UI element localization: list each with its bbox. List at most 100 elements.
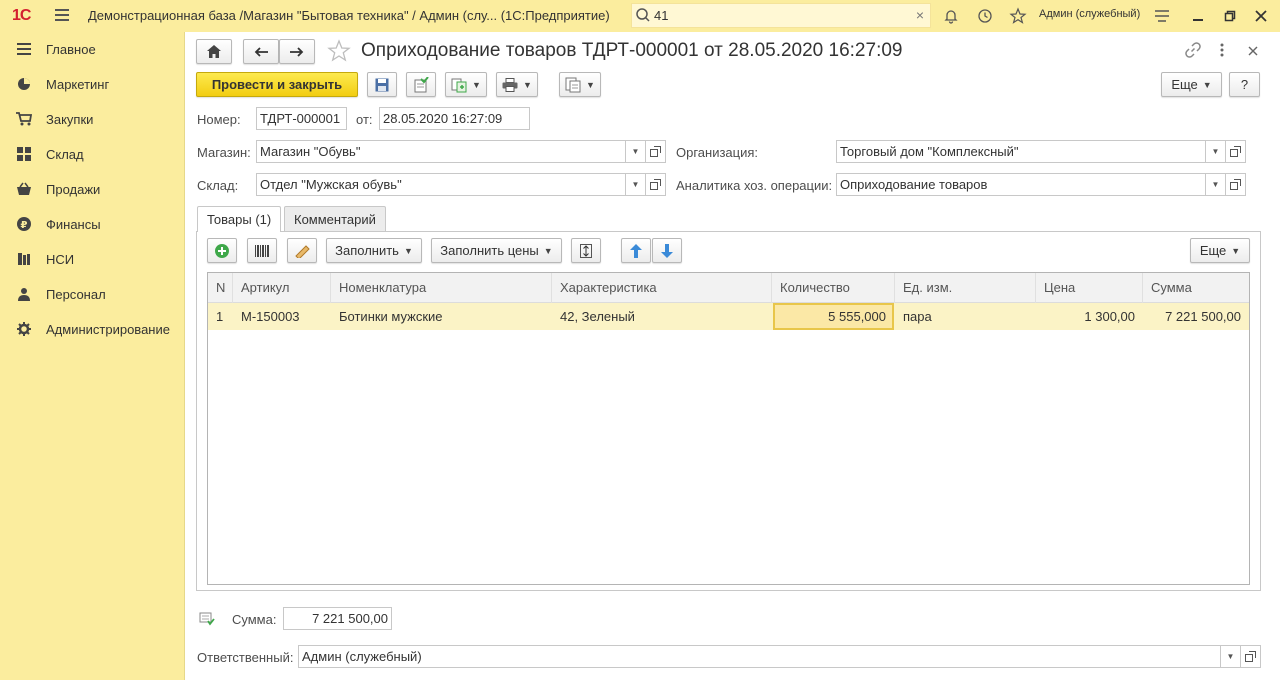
organization-dropdown-icon[interactable]: ▼: [1206, 140, 1226, 163]
clear-icon[interactable]: ×: [916, 7, 924, 23]
responsible-label: Ответственный:: [197, 650, 294, 665]
column-header-item[interactable]: Номенклатура: [331, 273, 552, 303]
sidebar-item-administration[interactable]: Администрирование: [0, 312, 185, 346]
sidebar-item-nsi[interactable]: НСИ: [0, 242, 185, 276]
responsible-open-icon[interactable]: [1241, 645, 1261, 668]
cell-price[interactable]: 1 300,00: [1036, 303, 1143, 330]
sidebar-item-warehouse[interactable]: Склад: [0, 137, 185, 171]
organization-field[interactable]: Торговый дом "Комплексный": [836, 140, 1206, 163]
move-down-button[interactable]: [652, 238, 682, 263]
goods-more-button[interactable]: Еще ▼: [1190, 238, 1250, 263]
tab-goods[interactable]: Товары (1): [197, 206, 282, 232]
column-header-n[interactable]: N: [208, 273, 233, 303]
post-button[interactable]: [406, 72, 436, 97]
history-icon[interactable]: [975, 6, 995, 26]
tab-comment[interactable]: Комментарий: [284, 206, 386, 232]
arrow-up-icon: [630, 243, 642, 258]
favorite-star-icon[interactable]: [327, 39, 351, 66]
table-row[interactable]: 1 М-150003 Ботинки мужские 42, Зеленый 5…: [208, 303, 1249, 330]
fill-prices-button[interactable]: Заполнить цены ▼: [431, 238, 562, 263]
column-header-characteristic[interactable]: Характеристика: [552, 273, 772, 303]
warehouse-field[interactable]: Отдел "Мужская обувь": [256, 173, 626, 196]
create-based-on-button[interactable]: ▼: [445, 72, 487, 97]
post-and-close-button[interactable]: Провести и закрыть: [196, 72, 358, 97]
forward-button[interactable]: [279, 39, 315, 64]
svg-text:₽: ₽: [21, 220, 28, 231]
cell-article[interactable]: М-150003: [233, 303, 331, 330]
basket-icon: [16, 181, 32, 197]
responsible-field[interactable]: Админ (служебный): [298, 645, 1221, 668]
warehouse-open-icon[interactable]: [646, 173, 666, 196]
column-header-quantity[interactable]: Количество: [772, 273, 895, 303]
fill-button-label: Заполнить: [335, 243, 399, 258]
link-icon[interactable]: [1185, 42, 1201, 61]
more-actions-button[interactable]: Еще ▼: [1161, 72, 1222, 97]
more-vertical-icon[interactable]: [1218, 42, 1226, 58]
close-icon[interactable]: [1251, 6, 1271, 26]
save-icon: [375, 78, 389, 91]
column-header-price[interactable]: Цена: [1036, 273, 1143, 303]
warehouse-dropdown-icon[interactable]: ▼: [626, 173, 646, 196]
current-user[interactable]: Админ (служебный): [1039, 8, 1140, 20]
add-icon: [215, 243, 229, 258]
store-field[interactable]: Магазин "Обувь": [256, 140, 626, 163]
bell-icon[interactable]: [941, 6, 961, 26]
print-button[interactable]: ▼: [496, 72, 538, 97]
sidebar-item-personnel[interactable]: Персонал: [0, 277, 185, 311]
add-row-button[interactable]: [207, 238, 237, 263]
analytics-open-icon[interactable]: [1226, 173, 1246, 196]
analytics-field[interactable]: Оприходование товаров: [836, 173, 1206, 196]
date-field[interactable]: 28.05.2020 16:27:09: [379, 107, 530, 130]
cell-sum[interactable]: 7 221 500,00: [1143, 303, 1249, 330]
menu-lines-icon: [16, 41, 32, 57]
barcode-button[interactable]: [247, 238, 277, 263]
warehouse-icon: [16, 146, 32, 162]
app-logo[interactable]: 1С: [12, 7, 31, 25]
column-header-sum[interactable]: Сумма: [1143, 273, 1249, 303]
number-field[interactable]: ТДРТ-000001: [256, 107, 347, 130]
restore-icon[interactable]: [1220, 6, 1240, 26]
cell-characteristic[interactable]: 42, Зеленый: [552, 303, 772, 330]
store-dropdown-icon[interactable]: ▼: [626, 140, 646, 163]
page-title: Оприходование товаров ТДРТ-000001 от 28.…: [361, 40, 903, 61]
reports-button[interactable]: ▼: [559, 72, 601, 97]
move-up-button[interactable]: [621, 238, 651, 263]
pick-items-button[interactable]: [287, 238, 317, 263]
column-header-unit[interactable]: Ед. изм.: [895, 273, 1036, 303]
analytics-dropdown-icon[interactable]: ▼: [1206, 173, 1226, 196]
cell-unit[interactable]: пара: [895, 303, 1036, 330]
home-button[interactable]: [196, 39, 232, 64]
column-header-article[interactable]: Артикул: [233, 273, 331, 303]
sum-field: 7 221 500,00: [283, 607, 392, 630]
help-button[interactable]: ?: [1229, 72, 1260, 97]
star-icon[interactable]: [1008, 6, 1028, 26]
sidebar-item-main[interactable]: Главное: [0, 32, 185, 66]
sidebar-item-marketing[interactable]: Маркетинг: [0, 67, 185, 101]
sidebar-item-sales[interactable]: Продажи: [0, 172, 185, 206]
fill-button[interactable]: Заполнить ▼: [326, 238, 422, 263]
sidebar-item-finance[interactable]: ₽ Финансы: [0, 207, 185, 241]
cart-icon: [16, 111, 32, 127]
responsible-dropdown-icon[interactable]: ▼: [1221, 645, 1241, 668]
save-button[interactable]: [367, 72, 397, 97]
expand-rows-button[interactable]: [571, 238, 601, 263]
pie-chart-icon: [16, 76, 32, 92]
sidebar-item-label: Персонал: [46, 286, 106, 302]
close-form-icon[interactable]: [1248, 44, 1258, 59]
settings-icon[interactable]: [1152, 6, 1172, 26]
number-label: Номер:: [197, 112, 241, 127]
cell-quantity[interactable]: 5 555,000: [773, 303, 894, 330]
store-open-icon[interactable]: [646, 140, 666, 163]
menu-icon[interactable]: [55, 9, 69, 21]
sidebar-item-purchases[interactable]: Закупки: [0, 102, 185, 136]
search-input[interactable]: 41 ×: [631, 3, 931, 28]
goods-table[interactable]: N Артикул Номенклатура Характеристика Ко…: [207, 272, 1250, 585]
goods-more-label: Еще: [1199, 243, 1227, 258]
cell-item[interactable]: Ботинки мужские: [331, 303, 552, 330]
expand-vertical-icon: [580, 243, 592, 258]
minimize-icon[interactable]: [1188, 6, 1208, 26]
organization-open-icon[interactable]: [1226, 140, 1246, 163]
cell-n[interactable]: 1: [208, 303, 233, 330]
back-button[interactable]: [243, 39, 279, 64]
search-value: 41: [654, 8, 669, 23]
